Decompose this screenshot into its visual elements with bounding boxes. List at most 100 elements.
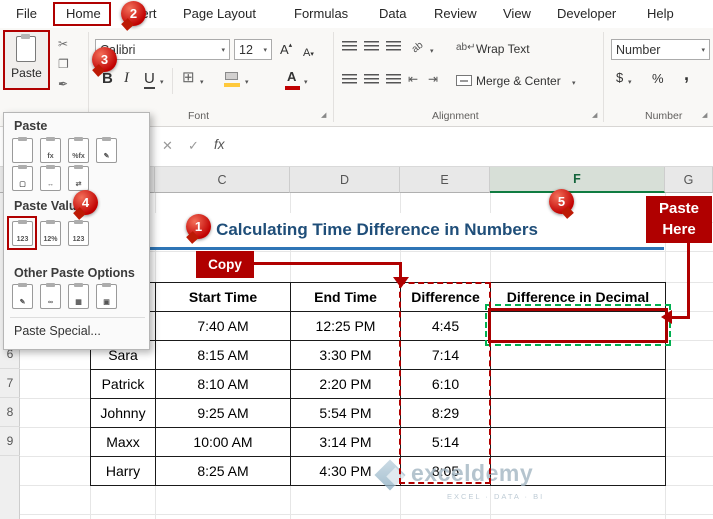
comma-style-icon[interactable]: , bbox=[684, 64, 689, 85]
column-header-g[interactable]: G bbox=[665, 167, 713, 193]
step-badge-1: 1 bbox=[186, 214, 211, 239]
align-center-icon[interactable] bbox=[364, 74, 379, 85]
chevron-down-icon[interactable]: ▾ bbox=[628, 78, 632, 86]
cell-name[interactable]: Harry bbox=[91, 457, 156, 486]
cell-decimal[interactable] bbox=[491, 428, 666, 457]
cell-end[interactable]: 3:14 PM bbox=[291, 428, 401, 457]
sheet-title-cell[interactable]: Calculating Time Difference in Numbers bbox=[90, 213, 664, 250]
font-color-icon[interactable]: A bbox=[287, 69, 296, 84]
cell-name[interactable]: Maxx bbox=[91, 428, 156, 457]
chevron-down-icon[interactable]: ▾ bbox=[430, 47, 434, 55]
cell-name[interactable]: Johnny bbox=[91, 399, 156, 428]
wrap-text-icon[interactable] bbox=[456, 42, 476, 53]
no-borders-icon[interactable]: ▢ bbox=[12, 165, 33, 191]
insert-function-icon[interactable]: fx bbox=[214, 137, 225, 152]
keep-source-formatting-icon[interactable]: ✎ bbox=[96, 137, 117, 163]
copy-icon[interactable]: ❐ bbox=[58, 57, 69, 71]
align-top-icon[interactable] bbox=[342, 41, 357, 52]
cancel-icon[interactable]: ✕ bbox=[162, 138, 173, 154]
column-header-e[interactable]: E bbox=[400, 167, 490, 193]
chevron-down-icon[interactable]: ▾ bbox=[304, 78, 308, 86]
cell-start[interactable]: 8:15 AM bbox=[156, 341, 291, 370]
transpose-icon[interactable]: ⇄ bbox=[68, 165, 89, 191]
table-header-start[interactable]: Start Time bbox=[156, 283, 291, 312]
cell-name[interactable]: Patrick bbox=[91, 370, 156, 399]
formatting-icon[interactable]: ✎ bbox=[12, 283, 33, 309]
tab-developer[interactable]: Developer bbox=[557, 6, 616, 21]
font-dialog-launcher-icon[interactable] bbox=[321, 111, 326, 119]
chevron-down-icon[interactable]: ▾ bbox=[572, 79, 576, 87]
merge-center-icon[interactable] bbox=[456, 75, 472, 86]
tab-formulas[interactable]: Formulas bbox=[294, 6, 348, 21]
excel-window: File Home Insert Page Layout Formulas Da… bbox=[0, 0, 713, 519]
paste-option-icon[interactable] bbox=[12, 137, 33, 163]
align-bottom-icon[interactable] bbox=[386, 41, 401, 52]
increase-indent-icon[interactable]: ⇥ bbox=[428, 72, 438, 86]
formulas-number-formatting-icon[interactable]: %fx bbox=[68, 137, 89, 163]
cut-icon[interactable]: ✂ bbox=[58, 37, 68, 51]
align-left-icon[interactable] bbox=[342, 74, 357, 85]
chevron-down-icon[interactable]: ▾ bbox=[200, 78, 204, 86]
tab-view[interactable]: View bbox=[503, 6, 531, 21]
shrink-font-icon[interactable] bbox=[303, 43, 314, 61]
tab-data[interactable]: Data bbox=[379, 6, 406, 21]
tab-help[interactable]: Help bbox=[647, 6, 674, 21]
cell-start[interactable]: 10:00 AM bbox=[156, 428, 291, 457]
cell-end[interactable]: 5:54 PM bbox=[291, 399, 401, 428]
values-number-formatting-icon[interactable]: 12% bbox=[40, 220, 61, 246]
number-dialog-launcher-icon[interactable] bbox=[702, 111, 707, 119]
paste-link-icon[interactable]: ∞ bbox=[40, 283, 61, 309]
cell-start[interactable]: 8:25 AM bbox=[156, 457, 291, 486]
decrease-indent-icon[interactable]: ⇤ bbox=[408, 72, 418, 86]
align-middle-icon[interactable] bbox=[364, 41, 379, 52]
cell-end[interactable]: 12:25 PM bbox=[291, 312, 401, 341]
column-header-d[interactable]: D bbox=[290, 167, 400, 193]
font-name-value: Calibri bbox=[100, 42, 136, 57]
merge-center-button[interactable]: Merge & Center bbox=[476, 74, 561, 88]
accounting-format-icon[interactable]: $ bbox=[616, 70, 623, 85]
linked-picture-icon[interactable]: ▣ bbox=[96, 283, 117, 309]
column-widths-icon[interactable]: ↔ bbox=[40, 165, 61, 191]
number-format-select[interactable]: Number ▾ bbox=[611, 39, 710, 60]
chevron-down-icon[interactable]: ▾ bbox=[160, 78, 164, 86]
font-size-select[interactable]: 12 ▾ bbox=[234, 39, 272, 60]
fill-color-icon[interactable] bbox=[224, 72, 240, 87]
row-header-7[interactable]: 7 bbox=[0, 369, 20, 398]
italic-button[interactable]: I bbox=[124, 70, 129, 87]
align-right-icon[interactable] bbox=[386, 74, 401, 85]
tab-file[interactable]: File bbox=[16, 6, 37, 21]
borders-icon[interactable] bbox=[182, 68, 195, 87]
grow-font-icon[interactable] bbox=[280, 41, 292, 59]
alignment-dialog-launcher-icon[interactable] bbox=[592, 111, 597, 119]
tab-page-layout[interactable]: Page Layout bbox=[183, 6, 256, 21]
paste-formulas-icon[interactable]: fx bbox=[40, 137, 61, 163]
table-header-end[interactable]: End Time bbox=[291, 283, 401, 312]
percent-style-icon[interactable]: % bbox=[652, 71, 664, 86]
cell-end[interactable]: 2:20 PM bbox=[291, 370, 401, 399]
group-separator bbox=[603, 32, 604, 122]
step-badge-5: 5 bbox=[549, 189, 574, 214]
cell-start[interactable]: 8:10 AM bbox=[156, 370, 291, 399]
other-paste-options-title: Other Paste Options bbox=[14, 266, 135, 280]
column-header-f-selected[interactable]: F bbox=[490, 167, 665, 193]
chevron-down-icon[interactable]: ▾ bbox=[245, 78, 249, 86]
cell-start[interactable]: 9:25 AM bbox=[156, 399, 291, 428]
cell-decimal[interactable] bbox=[491, 370, 666, 399]
cell-decimal[interactable] bbox=[491, 399, 666, 428]
bold-button[interactable]: B bbox=[102, 70, 113, 87]
picture-icon[interactable]: ▦ bbox=[68, 283, 89, 309]
format-painter-icon[interactable]: ✒ bbox=[58, 77, 68, 91]
underline-button[interactable]: U bbox=[144, 70, 155, 89]
enter-icon[interactable]: ✓ bbox=[188, 138, 199, 154]
row-header-8[interactable]: 8 bbox=[0, 398, 20, 427]
values-source-formatting-icon[interactable]: 123 bbox=[68, 220, 89, 246]
tab-review[interactable]: Review bbox=[434, 6, 477, 21]
cell-end[interactable]: 3:30 PM bbox=[291, 341, 401, 370]
column-header-c[interactable]: C bbox=[155, 167, 290, 193]
paste-section-title: Paste bbox=[14, 119, 48, 133]
paste-special-menu-item[interactable]: Paste Special... bbox=[14, 324, 101, 338]
wrap-text-button[interactable]: Wrap Text bbox=[476, 42, 530, 56]
home-tab-annotation-frame bbox=[53, 2, 111, 26]
cell-start[interactable]: 7:40 AM bbox=[156, 312, 291, 341]
row-header-9[interactable]: 9 bbox=[0, 427, 20, 456]
